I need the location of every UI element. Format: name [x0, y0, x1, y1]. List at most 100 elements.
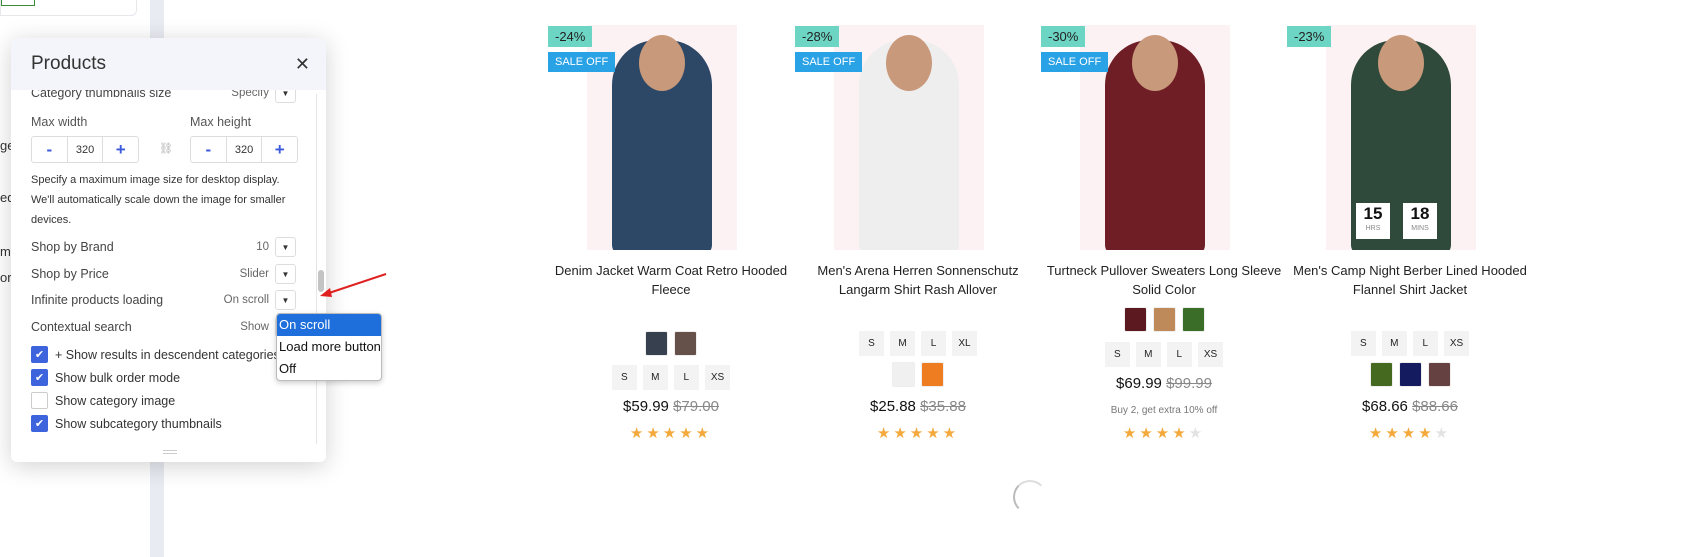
- star-icon: ★: [1385, 425, 1402, 442]
- max-height-label: Max height: [190, 115, 252, 129]
- checkbox-row[interactable]: ✔ + Show results in descendent categories: [31, 346, 280, 363]
- star-icon: ★: [1139, 425, 1156, 442]
- checkbox[interactable]: ✔: [31, 346, 48, 363]
- checkbox-label: Show bulk order mode: [55, 370, 181, 385]
- size-options: S M L XS: [1041, 342, 1287, 367]
- old-price: $88.66: [1412, 398, 1458, 415]
- size-option[interactable]: M: [890, 331, 915, 356]
- product-card[interactable]: -30% SALE OFF Turtneck Pullover Sweaters L…: [1041, 25, 1287, 455]
- size-option[interactable]: M: [1135, 342, 1161, 367]
- dropdown-option[interactable]: Off: [277, 358, 381, 380]
- model-head: [639, 35, 685, 91]
- size-option[interactable]: XS: [1197, 342, 1224, 367]
- chevron-down-icon[interactable]: ▼: [275, 237, 296, 257]
- setting-row: Contextual searchShow▼: [31, 317, 296, 337]
- color-swatch[interactable]: [921, 362, 944, 387]
- star-icon: ★: [1368, 425, 1386, 442]
- countdown-value: 18: [1410, 204, 1430, 223]
- size-option[interactable]: L: [673, 365, 699, 390]
- size-option[interactable]: XS: [704, 365, 731, 390]
- increment-button[interactable]: +: [103, 137, 138, 162]
- product-card[interactable]: -24% SALE OFF Denim Jacket Warm Coat Retro…: [548, 25, 794, 455]
- product-title[interactable]: Men's Arena Herren Sonnenschutz Langarm …: [795, 261, 1041, 299]
- size-options: S M L XS: [1287, 331, 1533, 356]
- star-icon: ★: [1188, 425, 1206, 442]
- dropdown-option[interactable]: Load more button: [277, 336, 381, 358]
- close-icon[interactable]: ✕: [295, 54, 310, 75]
- size-option[interactable]: XL: [952, 331, 977, 356]
- size-option[interactable]: M: [642, 365, 668, 390]
- discount-badge: -23%: [1287, 26, 1332, 47]
- max-width-stepper[interactable]: - 320 +: [31, 136, 139, 163]
- color-swatch[interactable]: [1123, 307, 1147, 332]
- color-swatch[interactable]: [645, 331, 668, 356]
- color-swatch[interactable]: [1398, 362, 1422, 387]
- max-width-label: Max width: [31, 115, 88, 129]
- chevron-down-icon[interactable]: ▼: [275, 290, 296, 310]
- price: $69.99 $99.99: [1041, 375, 1287, 392]
- setting-value: Show: [240, 321, 269, 333]
- color-swatch[interactable]: [1152, 307, 1176, 332]
- setting-value: Slider: [239, 268, 269, 280]
- product-title[interactable]: Men's Camp Night Berber Lined Hooded Fla…: [1287, 261, 1533, 299]
- checkbox[interactable]: ✔: [31, 415, 48, 432]
- max-height-input[interactable]: 320: [225, 137, 263, 162]
- size-option[interactable]: M: [1381, 331, 1407, 356]
- checkbox-row[interactable]: ✔ Show bulk order mode: [31, 369, 180, 386]
- color-swatch[interactable]: [1427, 362, 1451, 387]
- decrement-button[interactable]: -: [191, 137, 226, 162]
- loading-spinner-icon: [1013, 480, 1047, 514]
- model-head: [1378, 35, 1424, 91]
- panel-header: Products ✕: [11, 38, 326, 90]
- star-icon: ★: [926, 425, 943, 442]
- red-arrow-annotation: [320, 273, 387, 297]
- product-card[interactable]: -23% 15 HRS 18 MINS Men's Camp Night Berber L…: [1287, 25, 1533, 455]
- checkbox-label: + Show results in descendent categories: [55, 347, 280, 362]
- color-swatch[interactable]: [892, 362, 915, 387]
- checkbox[interactable]: ✔: [31, 369, 48, 386]
- setting-row: Shop by Price Slider ▼: [31, 264, 296, 284]
- setting-value-group: Slider ▼: [240, 264, 296, 284]
- size-option[interactable]: S: [1350, 331, 1376, 356]
- link-icon[interactable]: ⛓: [159, 142, 173, 155]
- panel-scrollbar[interactable]: [316, 94, 326, 444]
- checkbox-label: Show category image: [55, 393, 176, 408]
- dropdown-option[interactable]: On scroll: [277, 314, 381, 336]
- setting-label: Shop by Brand: [31, 240, 114, 254]
- size-option[interactable]: S: [611, 365, 637, 390]
- setting-label: Shop by Price: [31, 267, 109, 281]
- product-card[interactable]: -28% SALE OFF Men's Arena Herren Sonnensch…: [795, 25, 1041, 455]
- size-option[interactable]: L: [1166, 342, 1192, 367]
- max-height-stepper[interactable]: - 320 +: [190, 136, 298, 163]
- checkbox-row[interactable]: ✔ Show subcategory thumbnails: [31, 415, 222, 432]
- color-swatch[interactable]: [1181, 307, 1205, 332]
- countdown-unit: HRS: [1365, 225, 1381, 232]
- checkbox-row[interactable]: Show category image: [31, 392, 175, 409]
- star-rating: ★★★★★: [548, 424, 794, 442]
- size-option[interactable]: L: [1412, 331, 1438, 356]
- star-icon: ★: [1434, 425, 1452, 442]
- chevron-down-icon[interactable]: ▼: [275, 264, 296, 284]
- size-option[interactable]: XS: [1443, 331, 1470, 356]
- chevron-down-icon[interactable]: ▼: [275, 90, 296, 103]
- size-option[interactable]: S: [859, 331, 884, 356]
- resize-grip-icon[interactable]: [163, 450, 177, 454]
- category-thumbnails-size-row: Category thumbnails size Specify ▼: [31, 90, 296, 103]
- size-option[interactable]: L: [921, 331, 946, 356]
- setting-label: Infinite products loading: [31, 293, 164, 307]
- increment-button[interactable]: +: [262, 137, 297, 162]
- checkbox[interactable]: [31, 392, 48, 409]
- product-image[interactable]: [1326, 25, 1476, 250]
- max-width-input[interactable]: 320: [66, 137, 104, 162]
- star-icon: ★: [679, 425, 696, 442]
- color-swatch[interactable]: [674, 331, 697, 356]
- decrement-button[interactable]: -: [32, 137, 67, 162]
- star-icon: ★: [942, 425, 960, 442]
- countdown-unit: MINS: [1411, 225, 1429, 232]
- color-swatch[interactable]: [1369, 362, 1393, 387]
- product-title[interactable]: Turtneck Pullover Sweaters Long Sleeve S…: [1041, 261, 1287, 299]
- product-title[interactable]: Denim Jacket Warm Coat Retro Hooded Flee…: [548, 261, 794, 299]
- current-price: $68.66: [1362, 398, 1408, 415]
- size-option[interactable]: S: [1104, 342, 1130, 367]
- color-swatches: [548, 331, 794, 356]
